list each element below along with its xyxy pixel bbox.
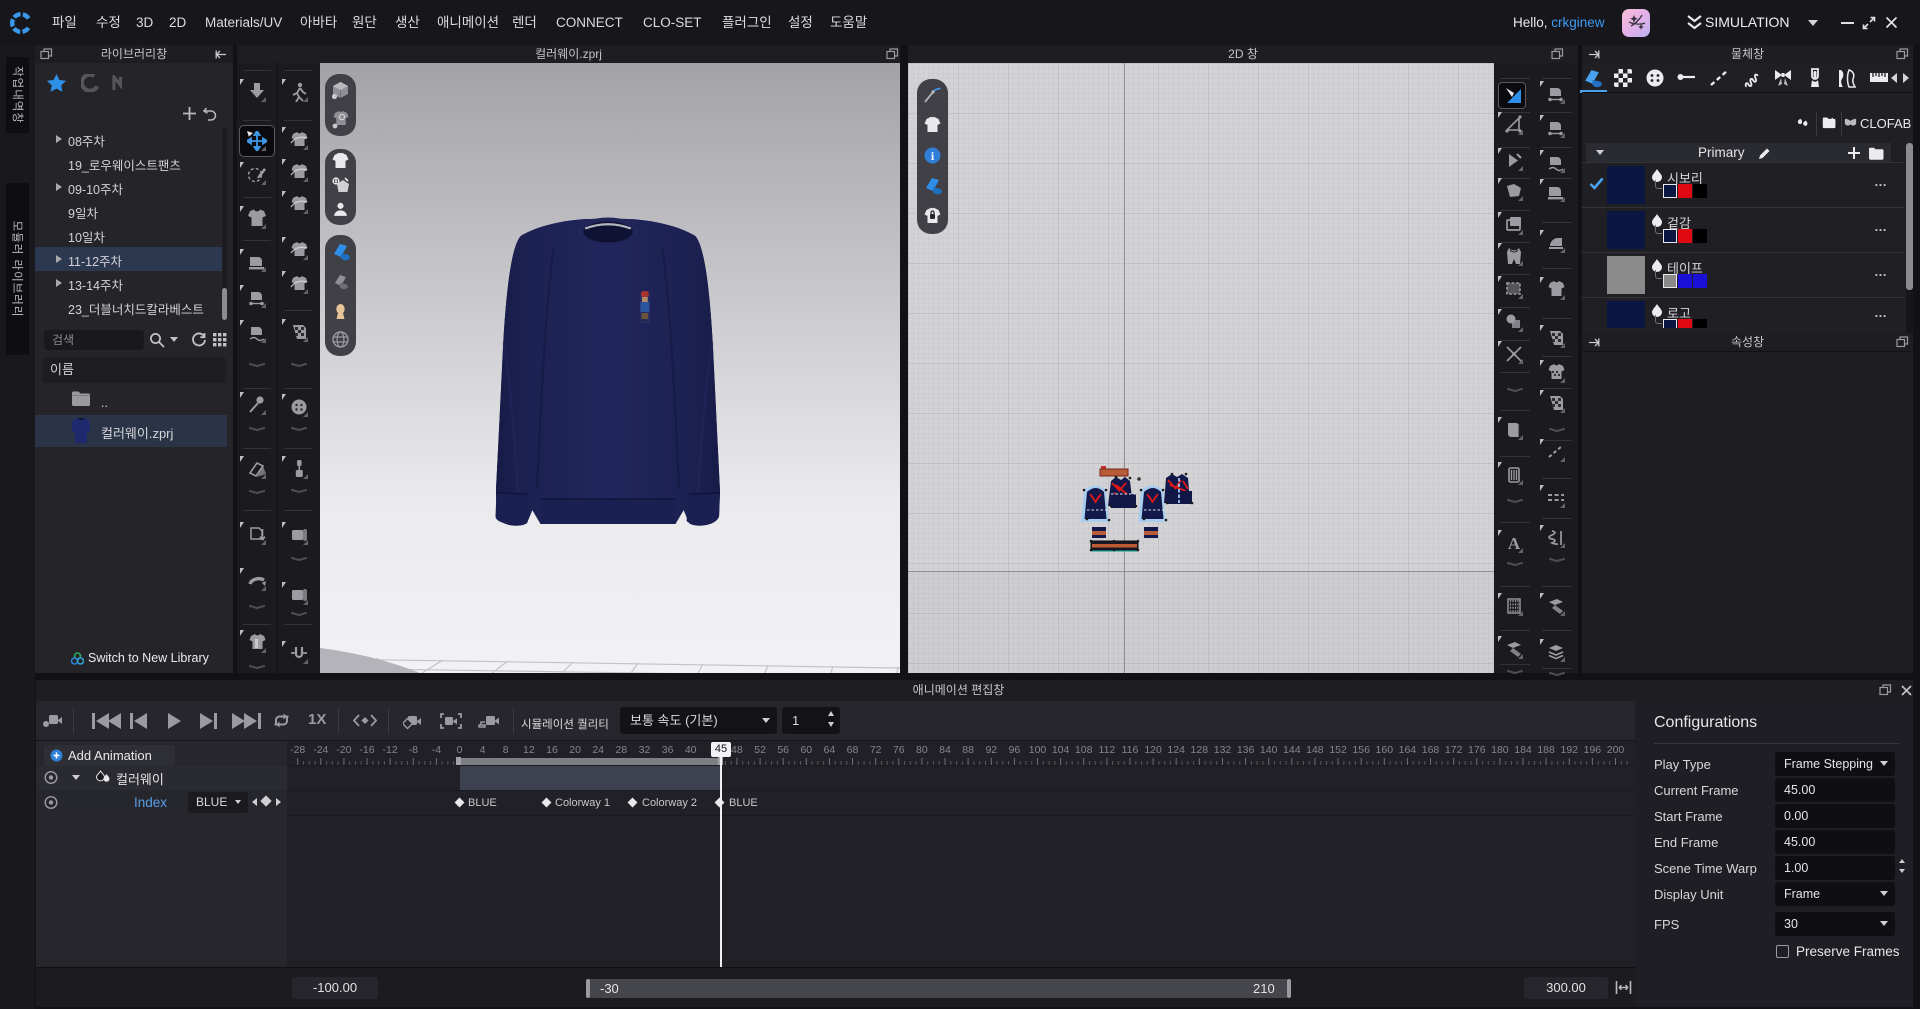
svg-text:60: 60 bbox=[800, 744, 812, 756]
svg-text:20: 20 bbox=[569, 744, 581, 756]
svg-text:84: 84 bbox=[939, 744, 951, 756]
svg-text:4: 4 bbox=[480, 744, 486, 756]
svg-text:48: 48 bbox=[731, 744, 743, 756]
svg-text:116: 116 bbox=[1122, 744, 1139, 756]
svg-text:196: 196 bbox=[1584, 744, 1602, 756]
svg-text:64: 64 bbox=[824, 744, 836, 756]
svg-text:80: 80 bbox=[916, 744, 928, 756]
svg-text:-16: -16 bbox=[359, 744, 374, 756]
svg-text:184: 184 bbox=[1514, 744, 1532, 756]
svg-text:-20: -20 bbox=[336, 744, 351, 756]
svg-text:88: 88 bbox=[962, 744, 974, 756]
svg-text:152: 152 bbox=[1329, 744, 1347, 756]
svg-text:156: 156 bbox=[1352, 744, 1370, 756]
svg-text:172: 172 bbox=[1445, 744, 1463, 756]
svg-text:52: 52 bbox=[754, 744, 766, 756]
svg-text:160: 160 bbox=[1376, 744, 1394, 756]
svg-text:-12: -12 bbox=[383, 744, 398, 756]
svg-text:96: 96 bbox=[1009, 744, 1021, 756]
svg-text:12: 12 bbox=[523, 744, 535, 756]
svg-text:124: 124 bbox=[1167, 744, 1185, 756]
svg-text:112: 112 bbox=[1099, 744, 1116, 756]
svg-text:16: 16 bbox=[546, 744, 558, 756]
svg-text:-4: -4 bbox=[432, 744, 441, 756]
svg-text:140: 140 bbox=[1260, 744, 1278, 756]
svg-text:188: 188 bbox=[1537, 744, 1555, 756]
svg-text:104: 104 bbox=[1052, 744, 1070, 756]
svg-text:100: 100 bbox=[1029, 744, 1047, 756]
svg-text:120: 120 bbox=[1144, 744, 1162, 756]
svg-text:72: 72 bbox=[870, 744, 882, 756]
svg-text:-24: -24 bbox=[313, 744, 328, 756]
svg-text:144: 144 bbox=[1283, 744, 1301, 756]
svg-text:0: 0 bbox=[457, 744, 463, 756]
svg-text:28: 28 bbox=[615, 744, 627, 756]
svg-text:192: 192 bbox=[1561, 744, 1579, 756]
svg-text:-28: -28 bbox=[290, 744, 305, 756]
svg-text:68: 68 bbox=[847, 744, 859, 756]
svg-text:92: 92 bbox=[985, 744, 997, 756]
svg-text:132: 132 bbox=[1214, 744, 1232, 756]
svg-text:8: 8 bbox=[503, 744, 509, 756]
svg-text:76: 76 bbox=[893, 744, 905, 756]
svg-text:200: 200 bbox=[1607, 744, 1625, 756]
svg-text:180: 180 bbox=[1491, 744, 1509, 756]
svg-text:128: 128 bbox=[1191, 744, 1209, 756]
svg-text:36: 36 bbox=[662, 744, 674, 756]
svg-text:148: 148 bbox=[1306, 744, 1324, 756]
svg-text:-8: -8 bbox=[409, 744, 418, 756]
svg-text:56: 56 bbox=[777, 744, 789, 756]
svg-text:164: 164 bbox=[1399, 744, 1417, 756]
svg-text:108: 108 bbox=[1075, 744, 1093, 756]
svg-text:176: 176 bbox=[1468, 744, 1486, 756]
svg-text:24: 24 bbox=[592, 744, 604, 756]
svg-text:40: 40 bbox=[685, 744, 697, 756]
svg-text:32: 32 bbox=[639, 744, 651, 756]
svg-text:136: 136 bbox=[1237, 744, 1255, 756]
svg-text:168: 168 bbox=[1422, 744, 1440, 756]
